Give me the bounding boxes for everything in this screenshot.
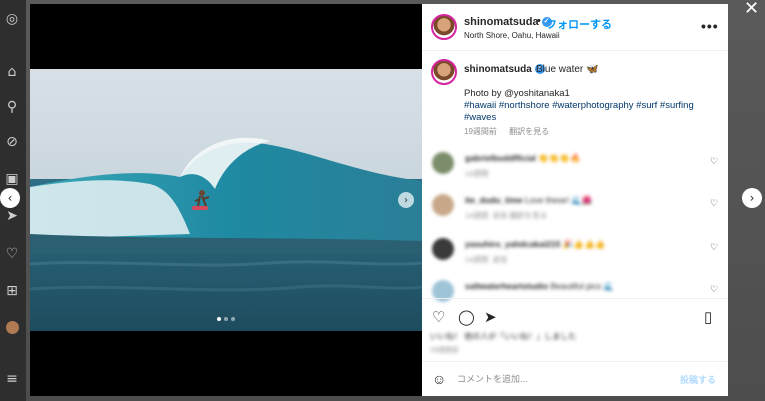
caption-body: Photo by @yoshitanaka1 #hawaii #northsho… [464,88,714,124]
comment-composer: ☺ 投稿する [422,361,728,396]
caption-text: Blue water 🦋 [536,64,599,75]
bookmark-icon[interactable]: ▯ [704,308,712,326]
caption-author-avatar[interactable] [431,59,457,85]
caption-username[interactable]: shinomatsuda ✓ [464,64,545,75]
post-time[interactable]: 19週間前 [464,127,497,136]
comment-time[interactable]: 14週間 [465,255,488,264]
share-icon[interactable]: ➤ [484,308,497,326]
next-photo-button[interactable]: › [398,192,414,208]
comment-icon[interactable]: ◯ [458,308,475,326]
comment-reply[interactable]: 返信 [493,255,508,264]
comment-text: yasuhiro_yahdcakai215 🎉👍👍👍 [465,239,605,250]
comment-like-icon[interactable]: ♡ [710,156,718,167]
comment-text: ite_dudu_time Love these! 🌊🌺 [465,195,592,206]
carousel-indicator [217,317,235,321]
comment-like-icon[interactable]: ♡ [710,284,718,295]
commenter-avatar[interactable] [432,194,454,216]
action-bar: ♡ ◯ ➤ ▯ [422,298,728,328]
caption-meta: 19週間前 翻訳を見る [464,126,559,137]
comment-body: Beautiful pics 🌊 [550,281,615,291]
commenter-username[interactable]: saltwaterheartstudio [465,281,548,291]
author-avatar[interactable] [431,14,457,40]
comment-text: saltwaterheartstudio Beautiful pics 🌊 [465,281,614,292]
chevron-left-icon[interactable]: ‹ [0,188,20,208]
commenter-username[interactable]: gabrielbuddfficial [465,153,536,163]
comment-row: gabrielbuddfficial 👏👏👏🔥 14週間 ♡ [432,152,722,184]
profile-avatar[interactable] [3,318,21,336]
post-photo [30,69,422,331]
chevron-right-icon[interactable]: › [742,188,762,208]
commenter-username[interactable]: ite_dudu_time [465,195,523,205]
comment-row: yasuhiro_yahdcakai215 🎉👍👍👍 14週間 返信 ♡ [432,238,722,270]
carousel-dot [231,317,235,321]
post-header: shinomatsuda ✓ • フォローする North Shore, Oahu… [422,4,728,51]
emoji-icon[interactable]: ☺ [432,371,446,387]
search-icon[interactable]: ⚲ [3,98,21,116]
commenter-avatar[interactable] [432,238,454,260]
comment-body: Love these! 🌊🌺 [525,195,593,205]
comment-time[interactable]: 14週間 [465,211,488,220]
hashtags[interactable]: #hawaii #northshore #waterphotography #s… [464,100,714,124]
heart-icon[interactable]: ♡ [432,308,445,326]
follow-button[interactable]: フォローする [546,16,612,32]
surf-photo [30,69,422,331]
notifications-icon[interactable]: ♡ [3,245,21,263]
see-translation-link[interactable]: 翻訳を見る [509,127,549,136]
post-date: 19週間前 [430,347,459,354]
comment-time[interactable]: 14週間 [465,169,488,178]
post-modal: › shinomatsuda ✓ • フォローする North Shore, Oa… [30,4,728,396]
carousel-dot [217,317,221,321]
comment-reply[interactable]: 返信 翻訳を見る [493,211,548,220]
post-location[interactable]: North Shore, Oahu, Hawaii [464,31,560,40]
commenter-username[interactable]: yasuhiro_yahdcakai215 [465,239,560,249]
instagram-icon[interactable]: ◎ [3,10,21,28]
comment-meta: 14週間 返信 翻訳を見る [465,210,547,221]
reels-icon[interactable]: ▣ [3,170,21,188]
comment-row: ite_dudu_time Love these! 🌊🌺 14週間 返信 翻訳を見… [432,194,722,226]
comment-like-icon[interactable]: ♡ [710,198,718,209]
post-media: › [30,4,422,396]
home-icon[interactable]: ⌂ [3,63,21,81]
explore-icon[interactable]: ⊘ [3,133,21,151]
comment-meta: 14週間 返信 [465,254,508,265]
carousel-dot [224,317,228,321]
comment-text: gabrielbuddfficial 👏👏👏🔥 [465,153,581,164]
post-comment-button[interactable]: 投稿する [680,373,716,386]
likes-summary[interactable]: いいね！ 他の人が「いいね！」しました [430,331,576,342]
comment-like-icon[interactable]: ♡ [710,242,718,253]
photo-credit[interactable]: Photo by @yoshitanaka1 [464,88,714,100]
messages-icon[interactable]: ➤ [3,207,21,225]
more-options-icon[interactable]: ••• [701,18,719,34]
separator-dot: • [537,15,541,27]
comment-body: 🎉👍👍👍 [562,239,606,249]
comment-body: 👏👏👏🔥 [538,153,581,163]
commenter-avatar[interactable] [432,152,454,174]
comment-input[interactable] [457,371,667,387]
post-side-panel: shinomatsuda ✓ • フォローする North Shore, Oahu… [422,4,728,396]
create-icon[interactable]: ⊞ [3,282,21,300]
comment-meta: 14週間 [465,168,493,179]
close-icon[interactable]: ✕ [744,0,759,19]
menu-icon[interactable]: ≡ [3,370,21,388]
